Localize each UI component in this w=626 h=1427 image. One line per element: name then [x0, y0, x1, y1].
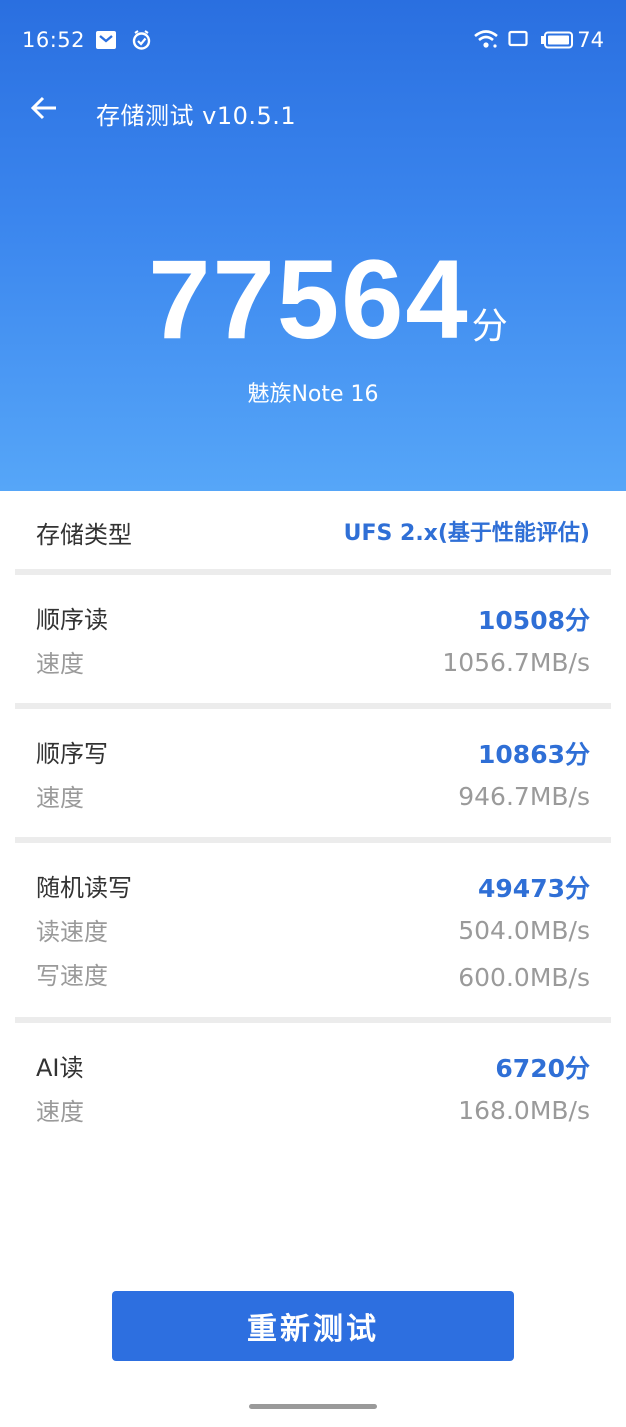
- section-row-label: 写速度: [36, 962, 108, 990]
- section-score: 6720分: [495, 1054, 590, 1083]
- storage-type-row: 存储类型 UFS 2.x(基于性能评估): [0, 491, 626, 569]
- result-section: 顺序写 10863分 速度 946.7MB/s: [0, 709, 626, 837]
- result-section: AI读 6720分 速度 168.0MB/s: [0, 1023, 626, 1151]
- result-section: 随机读写 49473分 读速度 504.0MB/s 写速度 600.0MB/s: [0, 843, 626, 1017]
- battery-icon: [540, 31, 574, 53]
- section-score: 10508分: [478, 606, 590, 635]
- total-score: 77564分: [0, 240, 626, 360]
- section-row-label: 速度: [36, 1098, 84, 1126]
- page-title: 存储测试 v10.5.1: [96, 102, 297, 130]
- battery-level: 74: [577, 28, 604, 52]
- score-unit: 分: [471, 306, 508, 347]
- section-row-value: 168.0MB/s: [458, 1096, 590, 1125]
- mail-icon: [95, 30, 117, 54]
- status-time: 16:52: [22, 28, 86, 52]
- section-title: 顺序读: [36, 606, 108, 634]
- home-indicator[interactable]: [249, 1404, 377, 1409]
- section-row-label: 读速度: [36, 918, 108, 946]
- storage-type-label: 存储类型: [36, 521, 132, 549]
- section-score: 10863分: [478, 740, 590, 769]
- back-button[interactable]: [26, 92, 62, 128]
- nav-bar: 存储测试 v10.5.1: [0, 86, 626, 138]
- score-value: 77564: [148, 237, 470, 362]
- arrow-left-icon: [30, 95, 58, 125]
- section-row-value: 504.0MB/s: [458, 916, 590, 945]
- screen-icon: [508, 30, 528, 52]
- section-score: 49473分: [478, 874, 590, 903]
- section-row-value: 946.7MB/s: [458, 782, 590, 811]
- section-row-value: 600.0MB/s: [458, 963, 590, 992]
- score-header: 16:52 74 存储测试 v10.5.1 77564分 魅族Note 16: [0, 0, 626, 491]
- device-name: 魅族Note 16: [247, 382, 379, 407]
- section-title: 顺序写: [36, 740, 108, 768]
- section-row-label: 速度: [36, 784, 84, 812]
- retest-button[interactable]: 重新测试: [112, 1291, 514, 1361]
- result-section: 顺序读 10508分 速度 1056.7MB/s: [0, 575, 626, 703]
- section-title: 随机读写: [36, 874, 132, 902]
- section-title: AI读: [36, 1054, 84, 1082]
- storage-type-value: UFS 2.x(基于性能评估): [343, 521, 590, 546]
- wifi-icon: [473, 28, 499, 54]
- status-bar: 16:52 74: [0, 24, 626, 56]
- section-row-label: 速度: [36, 650, 84, 678]
- section-row-value: 1056.7MB/s: [442, 648, 590, 677]
- clock-check-icon: [131, 30, 152, 55]
